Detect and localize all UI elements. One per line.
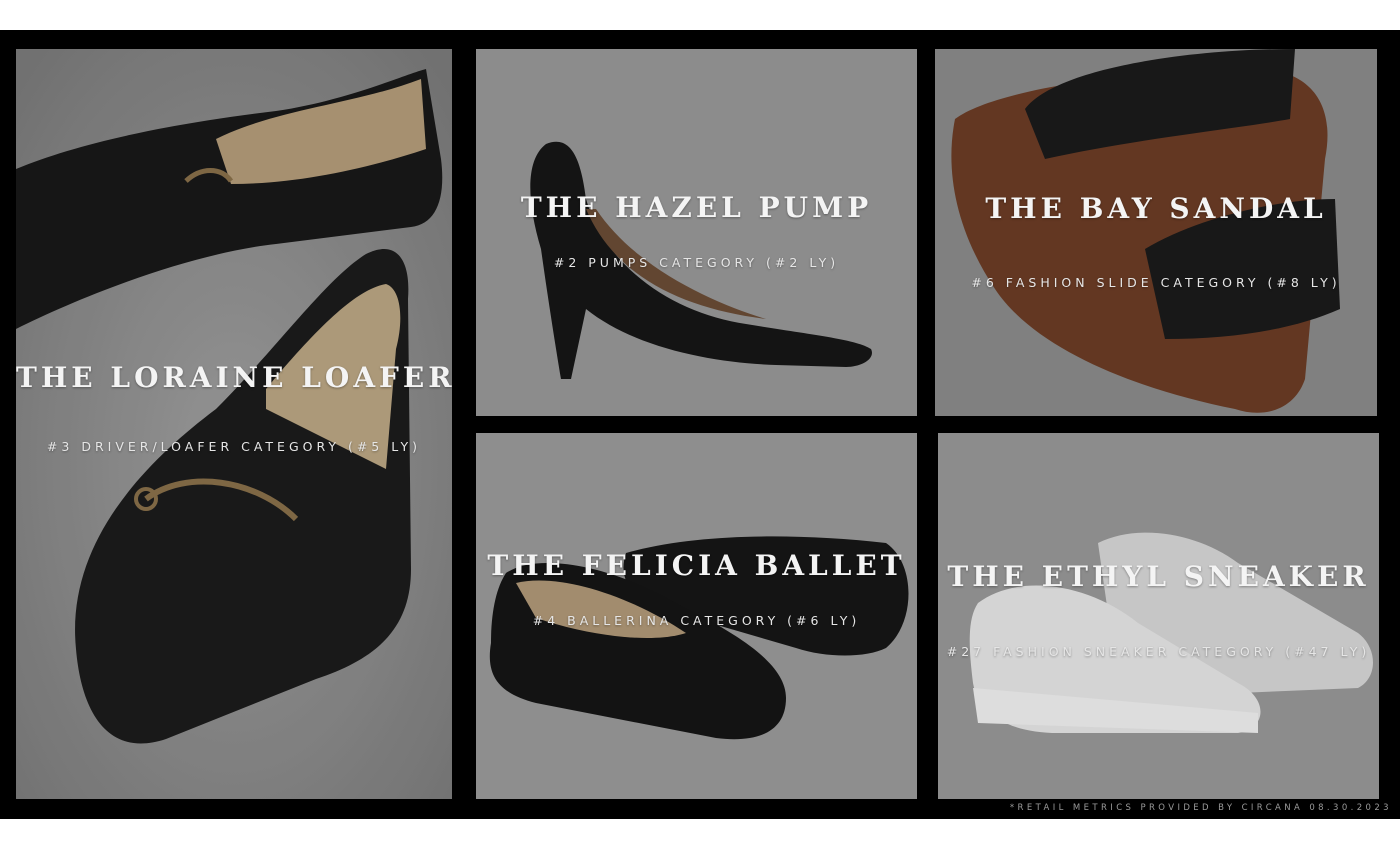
product-title: THE ETHYL SNEAKER — [947, 560, 1370, 593]
footnote: *RETAIL METRICS PROVIDED BY CIRCANA 08.3… — [1009, 803, 1392, 813]
product-title: THE FELICIA BALLET — [487, 549, 906, 582]
slide-sandal-icon — [935, 49, 1377, 416]
ethyl-sneaker-panel: THE ETHYL SNEAKER #27 FASHION SNEAKER CA… — [938, 433, 1379, 799]
hazel-pump-panel: THE HAZEL PUMP #2 PUMPS CATEGORY (#2 LY) — [476, 49, 917, 416]
bay-sandal-panel: THE BAY SANDAL #6 FASHION SLIDE CATEGORY… — [935, 49, 1377, 416]
product-subtitle: #6 FASHION SLIDE CATEGORY (#8 LY) — [971, 275, 1341, 290]
product-subtitle: #3 DRIVER/LOAFER CATEGORY (#5 LY) — [46, 439, 422, 454]
product-title: THE LORAINE LOAFER — [16, 361, 452, 394]
loafer-shoe-icon — [16, 49, 452, 799]
product-subtitle: #2 PUMPS CATEGORY (#2 LY) — [553, 255, 840, 270]
sneaker-icon — [938, 433, 1379, 799]
product-subtitle: #4 BALLERINA CATEGORY (#6 LY) — [532, 613, 861, 628]
product-title: THE HAZEL PUMP — [520, 191, 873, 224]
pump-heel-icon — [476, 49, 917, 416]
product-title: THE BAY SANDAL — [985, 192, 1327, 225]
product-slide: THE LORAINE LOAFER #3 DRIVER/LOAFER CATE… — [0, 30, 1400, 819]
felicia-ballet-panel: THE FELICIA BALLET #4 BALLERINA CATEGORY… — [476, 433, 917, 799]
product-subtitle: #27 FASHION SNEAKER CATEGORY (#47 LY) — [946, 644, 1371, 659]
loraine-loafer-panel: THE LORAINE LOAFER #3 DRIVER/LOAFER CATE… — [16, 49, 452, 799]
